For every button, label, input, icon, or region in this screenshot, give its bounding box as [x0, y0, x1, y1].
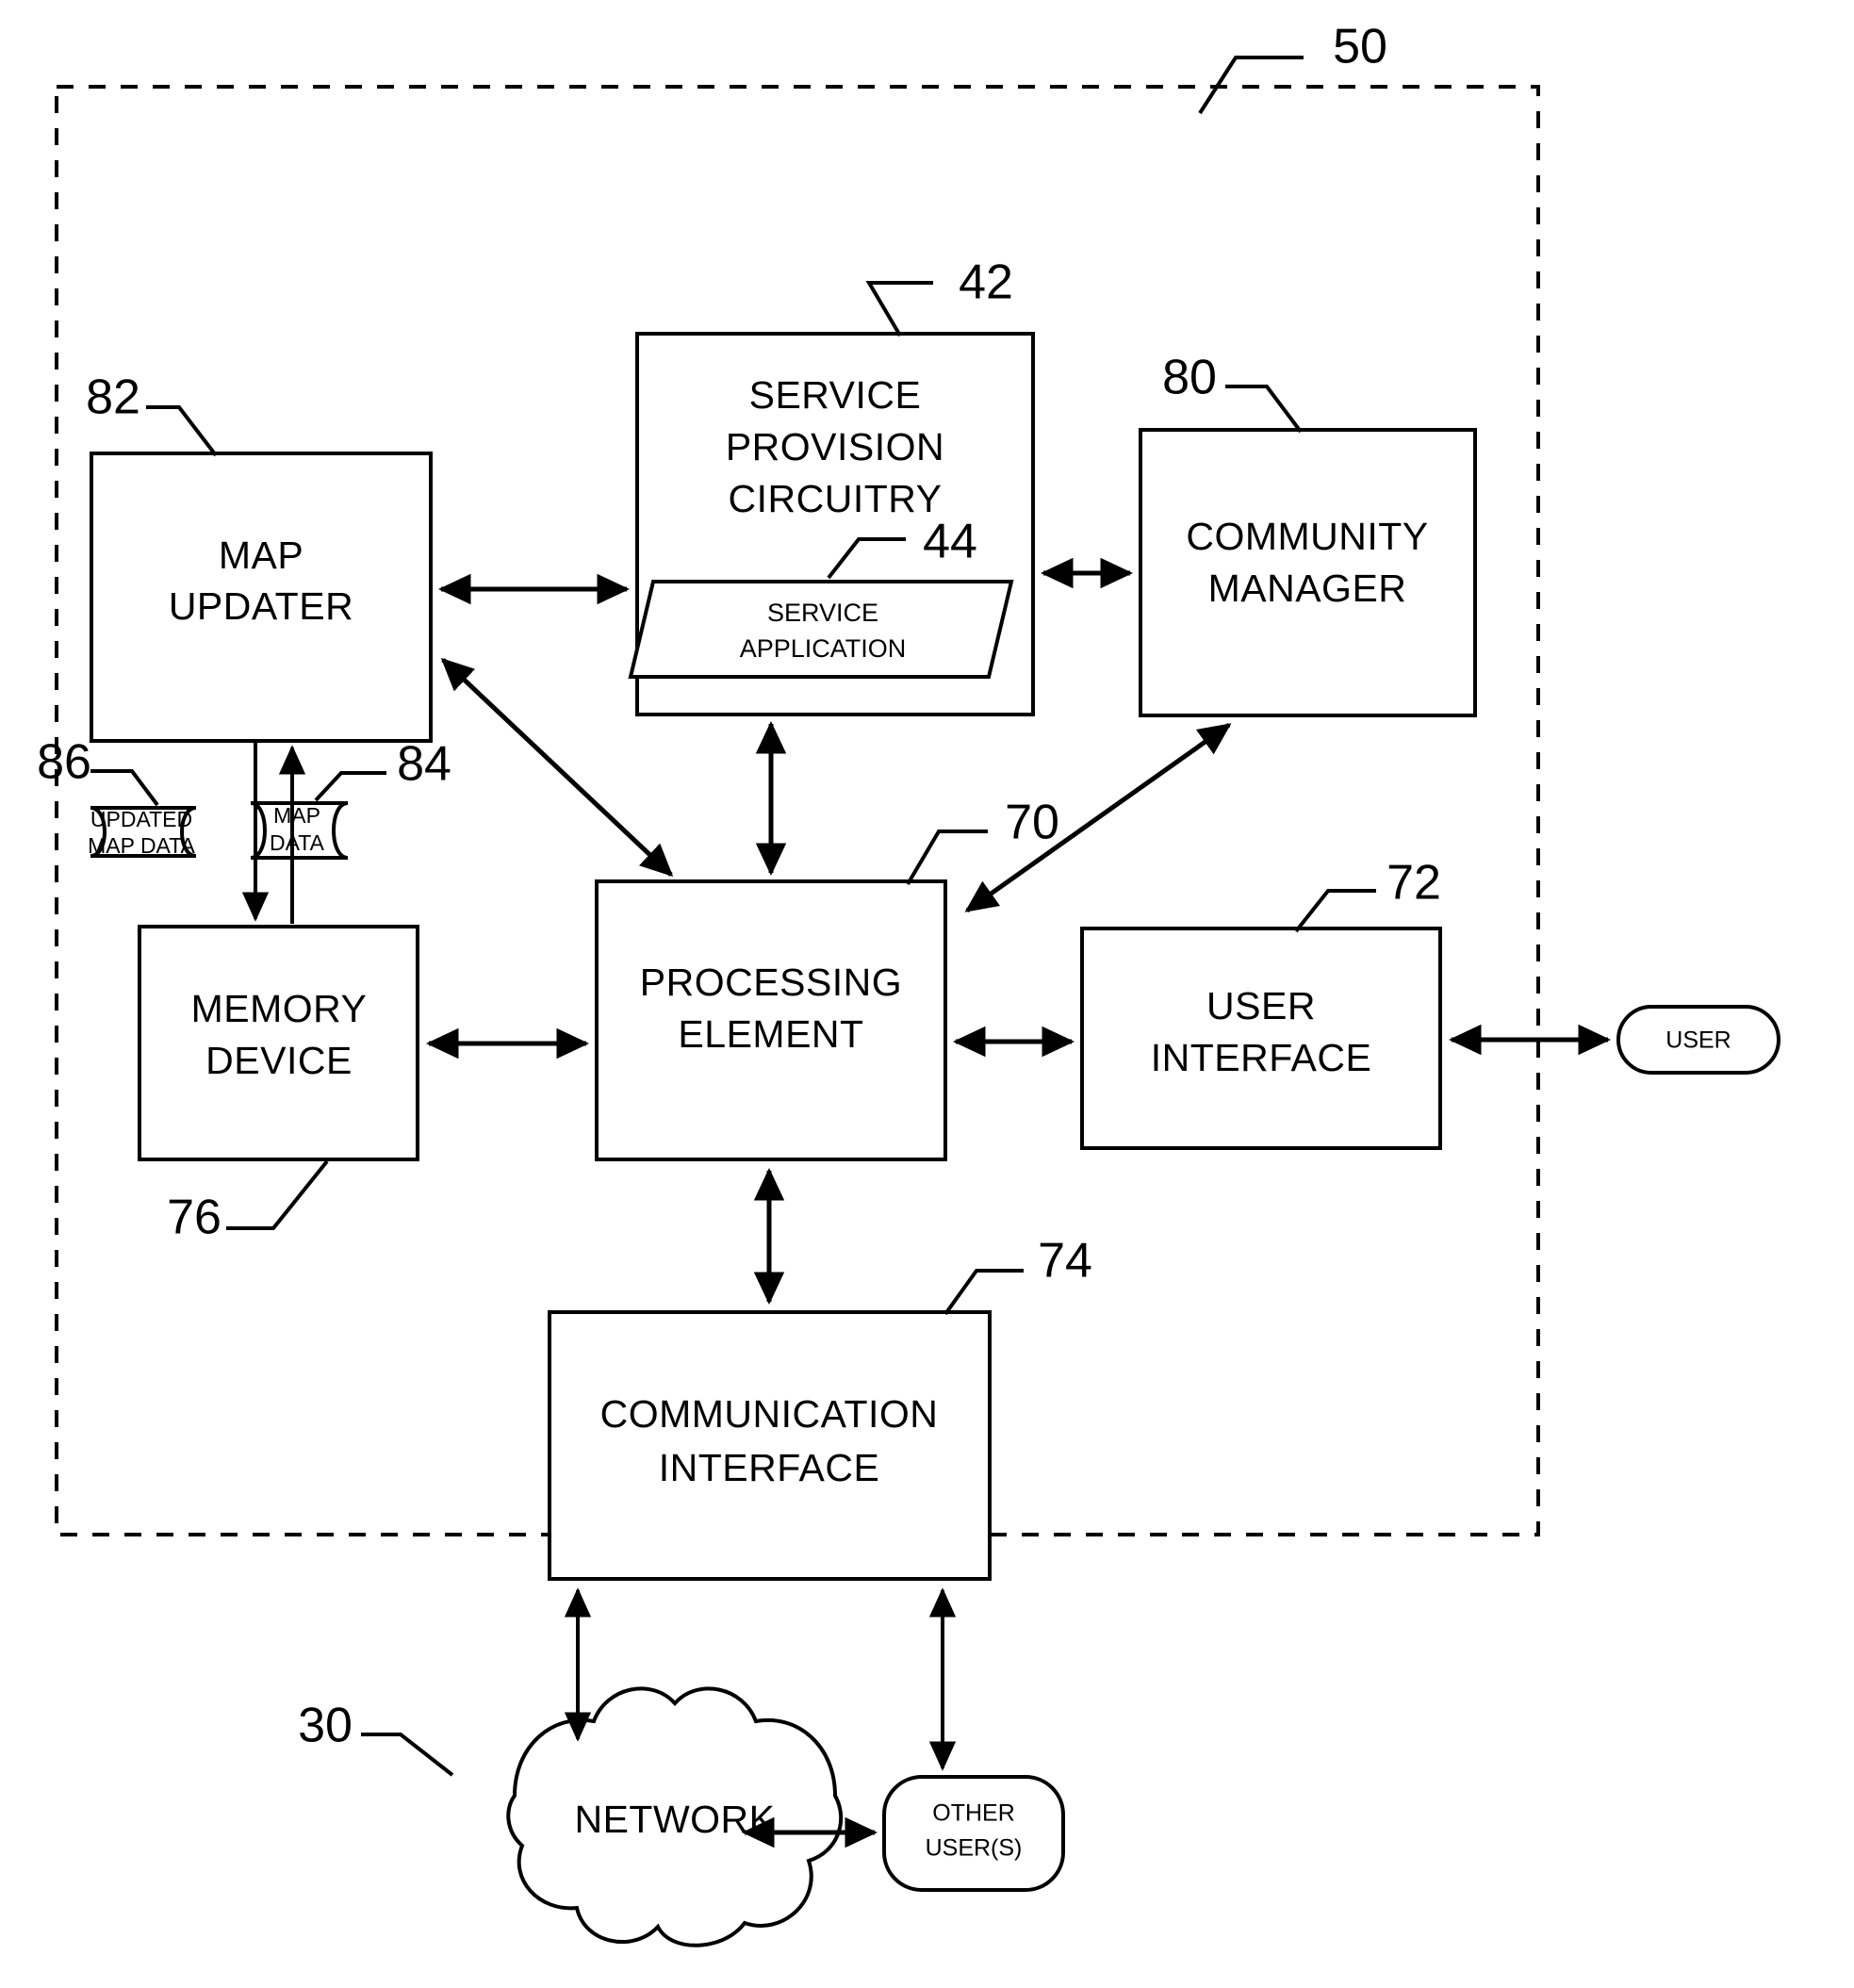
leader-line-updated-map-data [90, 769, 159, 807]
ref-numeral-user-interface: 72 [1386, 856, 1441, 911]
ref-numeral-memory-device: 76 [167, 1191, 221, 1245]
ref-numeral-map-data: 84 [397, 737, 451, 792]
shape-service-application-label-line1: SERVICE [767, 599, 878, 627]
block-processing-element-label-line1: PROCESSING [640, 961, 902, 1004]
block-diagram-canvas: 50 MAP UPDATER 82 SERVICE PROVISION CIRC… [37, 20, 1780, 1947]
actor-user-label: USER [1665, 1027, 1731, 1054]
block-communication-interface-label-line2: INTERFACE [659, 1446, 880, 1489]
leader-line-network [361, 1733, 454, 1777]
ref-numeral-system: 50 [1333, 20, 1387, 74]
ref-numeral-processing-element: 70 [1005, 796, 1059, 850]
leader-line-memory-device [226, 1159, 329, 1230]
block-map-updater-label-line1: MAP [219, 534, 304, 577]
ref-numeral-communication-interface: 74 [1038, 1234, 1092, 1289]
leader-line-map-updater [146, 405, 218, 457]
shape-map-data-label-line2: DATA [270, 830, 325, 855]
block-map-updater-label-line2: UPDATER [169, 584, 353, 628]
ref-numeral-service-application: 44 [923, 515, 977, 569]
block-service-provision-label-line1: SERVICE [749, 373, 922, 417]
shape-service-application-label-line2: APPLICATION [740, 634, 907, 663]
shape-map-data-label-line1: MAP [273, 803, 320, 828]
leader-line-map-data [314, 771, 386, 802]
block-service-provision-label-line2: PROVISION [726, 425, 944, 468]
shape-updated-map-data-label-line2: MAP DATA [88, 833, 195, 858]
block-service-provision-label-line3: CIRCUITRY [729, 477, 943, 520]
block-user-interface-label-line1: USER [1206, 984, 1316, 1027]
ref-numeral-network: 30 [298, 1699, 353, 1753]
leader-line-community-manager [1225, 385, 1303, 434]
ref-numeral-community-manager: 80 [1162, 351, 1217, 405]
block-community-manager-label-line2: MANAGER [1208, 567, 1407, 610]
leader-line-communication-interface [943, 1269, 1024, 1316]
patent-figure: 50 MAP UPDATER 82 SERVICE PROVISION CIRC… [0, 0, 1854, 1988]
actor-other-users[interactable] [882, 1775, 1065, 1892]
block-communication-interface-label-line1: COMMUNICATION [600, 1392, 939, 1436]
block-community-manager-label-line1: COMMUNITY [1186, 515, 1428, 558]
block-memory-device-label-line1: MEMORY [191, 987, 368, 1030]
leader-line-user-interface [1294, 889, 1376, 933]
ref-numeral-service-provision-circuitry: 42 [959, 255, 1013, 310]
block-memory-device-label-line2: DEVICE [205, 1039, 353, 1082]
block-processing-element-label-line2: ELEMENT [678, 1012, 863, 1056]
ref-numeral-map-updater: 82 [86, 370, 140, 425]
actor-other-users-label-line2: USER(S) [926, 1835, 1023, 1862]
shape-updated-map-data-label-line1: UPDATED [90, 807, 192, 831]
leader-line-service-provision [865, 281, 933, 337]
block-user-interface-label-line2: INTERFACE [1151, 1036, 1372, 1079]
ref-numeral-updated-map-data: 86 [37, 735, 91, 790]
actor-other-users-label-line1: OTHER [932, 1800, 1015, 1827]
leader-line-processing-element [906, 830, 988, 886]
